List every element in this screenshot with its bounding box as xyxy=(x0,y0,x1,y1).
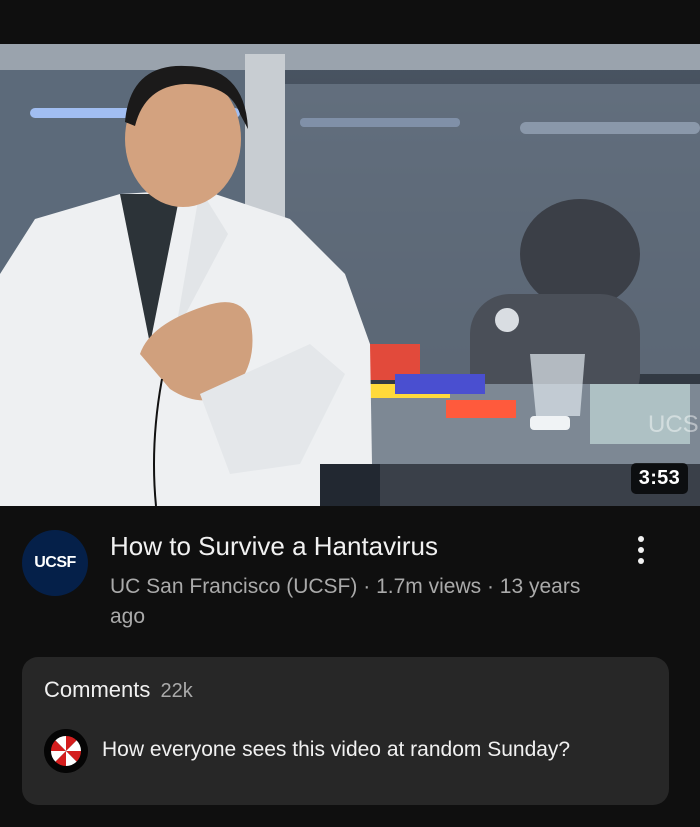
top-comment-text: How everyone sees this video at random S… xyxy=(102,738,571,761)
meta-separator: · xyxy=(363,575,371,598)
video-title[interactable]: How to Survive a Hantavirus xyxy=(110,530,620,562)
comments-card[interactable]: Comments 22k How everyone sees this vide… xyxy=(22,657,669,805)
video-thumbnail[interactable]: UCS 3:53 xyxy=(0,44,700,506)
channel-avatar-logo: UCSF xyxy=(34,554,76,571)
channel-name[interactable]: UC San Francisco (UCSF) xyxy=(110,575,357,598)
comments-header: Comments 22k xyxy=(44,677,193,703)
video-duration-badge: 3:53 xyxy=(630,463,688,494)
channel-avatar[interactable]: UCSF xyxy=(22,530,88,596)
video-meta: UCSF How to Survive a Hantavirus UC San … xyxy=(0,506,700,646)
video-frame-illustration: UCS xyxy=(0,44,700,506)
status-bar-area xyxy=(0,0,700,44)
umbrella-logo-icon xyxy=(44,729,88,773)
comments-label: Comments xyxy=(44,677,151,702)
commenter-avatar[interactable] xyxy=(44,729,88,773)
svg-text:UCS: UCS xyxy=(648,411,699,438)
more-options-icon[interactable] xyxy=(626,530,656,570)
meta-separator: · xyxy=(486,575,494,598)
view-count: 1.7m views xyxy=(376,575,482,598)
video-subtitle: UC San Francisco (UCSF) · 1.7m views · 1… xyxy=(110,572,620,632)
comments-count: 22k xyxy=(160,680,193,702)
